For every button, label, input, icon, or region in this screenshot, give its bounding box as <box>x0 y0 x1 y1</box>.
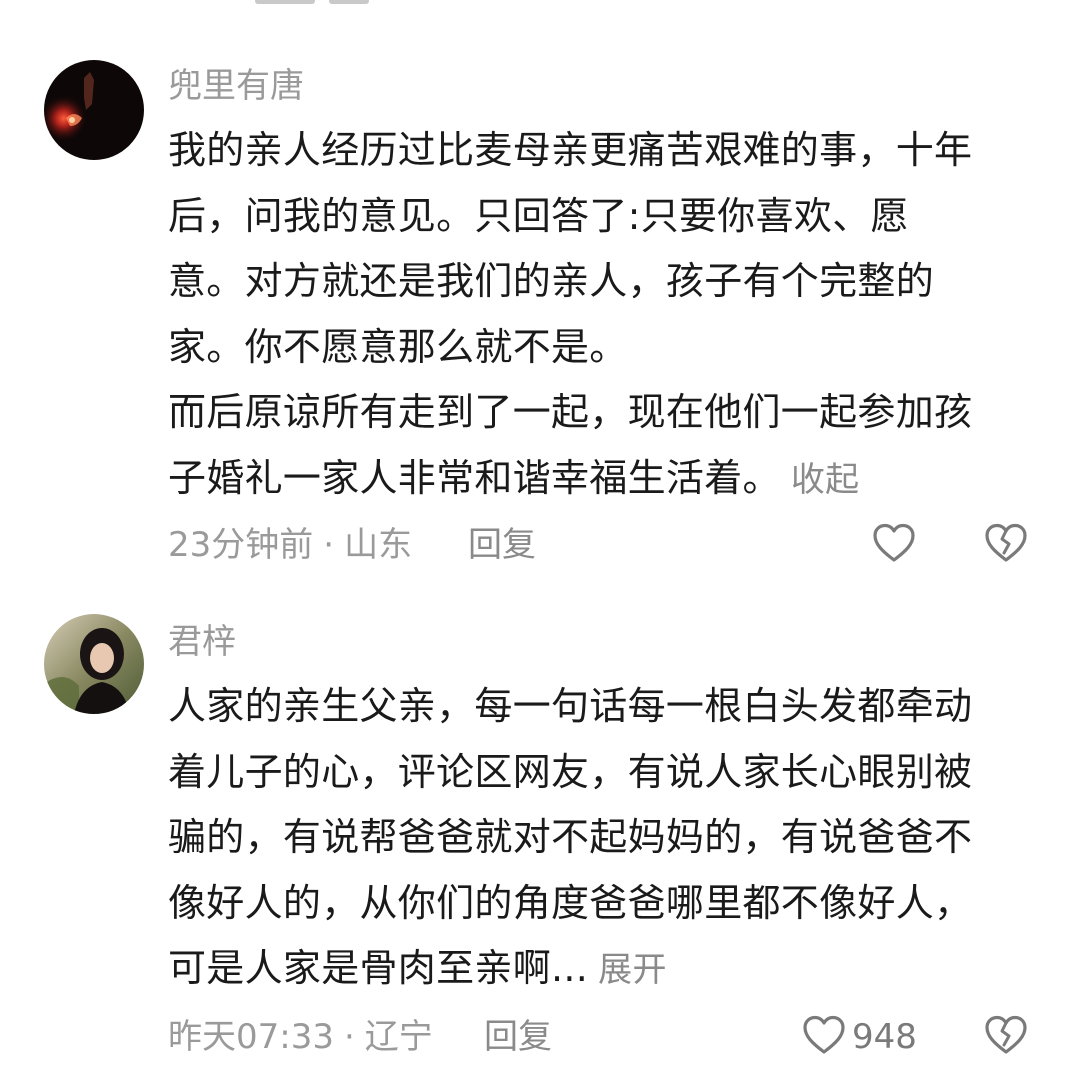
meta-separator: · <box>323 525 335 565</box>
comment-line: 而后原谅所有走到了一起，现在他们一起参加孩 <box>168 390 973 434</box>
previous-comment-fragment <box>255 0 455 6</box>
comment-time: 23分钟前 <box>168 525 314 565</box>
comment-line: 我的亲人经历过比麦母亲更痛苦艰难的事，十年 <box>168 128 973 172</box>
user-avatar[interactable] <box>44 60 144 160</box>
meta-separator: · <box>343 1017 355 1057</box>
comment-content: 我的亲人经历过比麦母亲更痛苦艰难的事，十年 后，问我的意见。只回答了:只要你喜欢… <box>168 118 1038 513</box>
broken-heart-outline-icon <box>984 1015 1028 1060</box>
reply-button[interactable]: 回复 <box>484 1012 552 1062</box>
dislike-button[interactable] <box>984 522 1030 568</box>
heart-outline-icon <box>802 1014 846 1060</box>
comment-line: 像好人的，从你们的角度爸爸哪里都不像好人， <box>168 880 973 925</box>
like-count: 948 <box>852 1017 917 1057</box>
comment-line-text: 子婚礼一家人非常和谐幸福生活着。 <box>168 455 781 500</box>
comment-line: 骗的，有说帮爸爸就对不起妈妈的，有说爸爸不 <box>168 815 973 859</box>
broken-heart-outline-icon <box>984 523 1028 568</box>
comment-time: 昨天07:33 <box>168 1017 334 1057</box>
comment-line: 人家的亲生父亲，每一句话每一根白头发都牵动 <box>168 684 973 728</box>
comment-location: 辽宁 <box>364 1017 433 1057</box>
comment-item: 君梓 人家的亲生父亲，每一句话每一根白头发都牵动 着儿子的心，评论区网友，有说人… <box>0 612 1079 1072</box>
like-button[interactable] <box>872 522 922 568</box>
comment-line: 家。你不愿意那么就不是。 <box>168 324 628 369</box>
comment-line: 意。对方就还是我们的亲人，孩子有个完整的 <box>168 259 935 303</box>
comment-location: 山东 <box>344 525 413 565</box>
comment-item: 兜里有唐 我的亲人经历过比麦母亲更痛苦艰难的事，十年 后，问我的意见。只回答了:… <box>0 58 1079 578</box>
comment-line-last: 子婚礼一家人非常和谐幸福生活着。 收起 <box>168 446 1038 514</box>
comment-line-text: 可是人家是骨肉至亲啊... <box>168 946 589 990</box>
comment-username[interactable]: 兜里有唐 <box>168 64 304 108</box>
comment-meta: 23分钟前 · 山东 <box>168 520 412 570</box>
like-button[interactable]: 948 <box>802 1014 917 1060</box>
comment-meta-row: 23分钟前 · 山东 回复 <box>168 520 1048 570</box>
comment-line: 着儿子的心，评论区网友，有说人家长心眼别被 <box>168 749 973 794</box>
avatar-image <box>44 614 144 714</box>
comment-content: 人家的亲生父亲，每一句话每一根白头发都牵动 着儿子的心，评论区网友，有说人家长心… <box>168 674 1038 1004</box>
comment-username[interactable]: 君梓 <box>168 620 236 664</box>
avatar-image <box>44 60 144 160</box>
comment-line-last: 可是人家是骨肉至亲啊... 展开 <box>168 936 1038 1004</box>
heart-outline-icon <box>872 522 916 568</box>
comment-meta-row: 昨天07:33 · 辽宁 回复 948 <box>168 1012 1048 1062</box>
expand-link[interactable]: 展开 <box>598 950 667 990</box>
comment-meta: 昨天07:33 · 辽宁 <box>168 1012 433 1062</box>
dislike-button[interactable] <box>984 1014 1030 1060</box>
comment-line: 后，问我的意见。只回答了:只要你喜欢、愿 <box>168 193 909 238</box>
collapse-link[interactable]: 收起 <box>791 460 860 500</box>
user-avatar[interactable] <box>44 614 144 714</box>
reply-button[interactable]: 回复 <box>468 520 536 570</box>
